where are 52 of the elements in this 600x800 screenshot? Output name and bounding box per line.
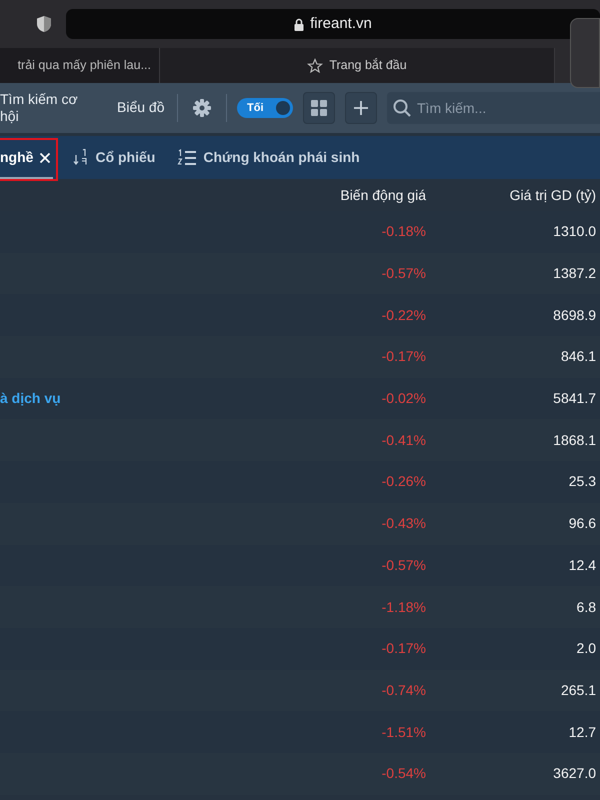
settings-button[interactable] bbox=[192, 96, 212, 120]
table-cell-text: -0.43% bbox=[380, 514, 426, 534]
table-cell-text: 6.8 bbox=[576, 598, 596, 617]
search-field[interactable]: Tìm kiếm... bbox=[387, 92, 600, 124]
table-cell-text: -0.22% bbox=[380, 306, 426, 325]
column-header: Biến động giá bbox=[339, 186, 426, 205]
table-cell-text: -0.74% bbox=[380, 680, 426, 700]
star-icon bbox=[307, 58, 324, 74]
table-cell-text: 8698.9 bbox=[552, 306, 596, 325]
column-header: Giá trị GD (tỷ) bbox=[508, 186, 596, 205]
theme-toggle[interactable]: Tối bbox=[237, 98, 293, 118]
sort-icon bbox=[73, 148, 90, 166]
tab[interactable]: Cổ phiếu bbox=[71, 136, 158, 179]
table-cell-text: -0.17% bbox=[380, 347, 426, 366]
tab[interactable]: nghề bbox=[0, 136, 54, 179]
table-cell-text: -0.57% bbox=[380, 264, 426, 284]
layout-button[interactable] bbox=[303, 92, 335, 124]
table-cell-text: -1.18% bbox=[380, 598, 426, 617]
plus-icon bbox=[353, 100, 369, 116]
table-cell-text: -0.54% bbox=[380, 764, 426, 784]
table-cell-text: 2.0 bbox=[576, 639, 596, 658]
table-cell-text: 265.1 bbox=[560, 680, 596, 700]
table-cell-text: -0.26% bbox=[380, 472, 426, 492]
lock-icon bbox=[294, 18, 304, 30]
table-cell-text: 846.1 bbox=[560, 347, 596, 366]
table-cell-text: -0.41% bbox=[380, 430, 426, 450]
table-cell-text: -0.18% bbox=[380, 222, 426, 242]
table-cell-text: -1.51% bbox=[380, 722, 426, 742]
table-cell-text: 1868.1 bbox=[552, 430, 596, 450]
tab[interactable]: Chứng khoán phái sinh bbox=[175, 136, 362, 179]
table-cell-text: 1387.2 bbox=[552, 264, 596, 284]
shield-icon bbox=[36, 15, 52, 33]
list-icon bbox=[177, 148, 198, 166]
grid-icon bbox=[310, 99, 328, 117]
table-cell-text: 12.4 bbox=[568, 556, 596, 575]
industry-name[interactable]: à dịch vụ bbox=[0, 388, 250, 410]
table-cell-text: 1310.0 bbox=[552, 222, 596, 242]
nav-link[interactable]: Biểu đồ bbox=[117, 99, 167, 117]
add-button[interactable] bbox=[345, 92, 377, 124]
table-cell-text: 5841.7 bbox=[552, 389, 596, 408]
url-text: fireant.vn bbox=[310, 14, 372, 34]
table-cell-text: 12.7 bbox=[568, 722, 596, 742]
table-cell-text: 96.6 bbox=[568, 514, 596, 534]
browser-tab[interactable]: Trang bắt đầu bbox=[160, 48, 555, 83]
table-cell-text: 25.3 bbox=[568, 472, 596, 492]
table-cell-text: 3627.0 bbox=[552, 764, 596, 784]
browser-tab[interactable]: trải qua mấy phiên lau... bbox=[0, 48, 160, 83]
table-cell-text: -0.02% bbox=[380, 389, 426, 408]
nav-link[interactable]: Tìm kiếm cơ hội bbox=[0, 90, 100, 126]
table-cell-text: -0.57% bbox=[380, 556, 426, 575]
table-cell-text: -0.17% bbox=[380, 639, 426, 658]
address-bar[interactable]: fireant.vn bbox=[66, 9, 600, 39]
